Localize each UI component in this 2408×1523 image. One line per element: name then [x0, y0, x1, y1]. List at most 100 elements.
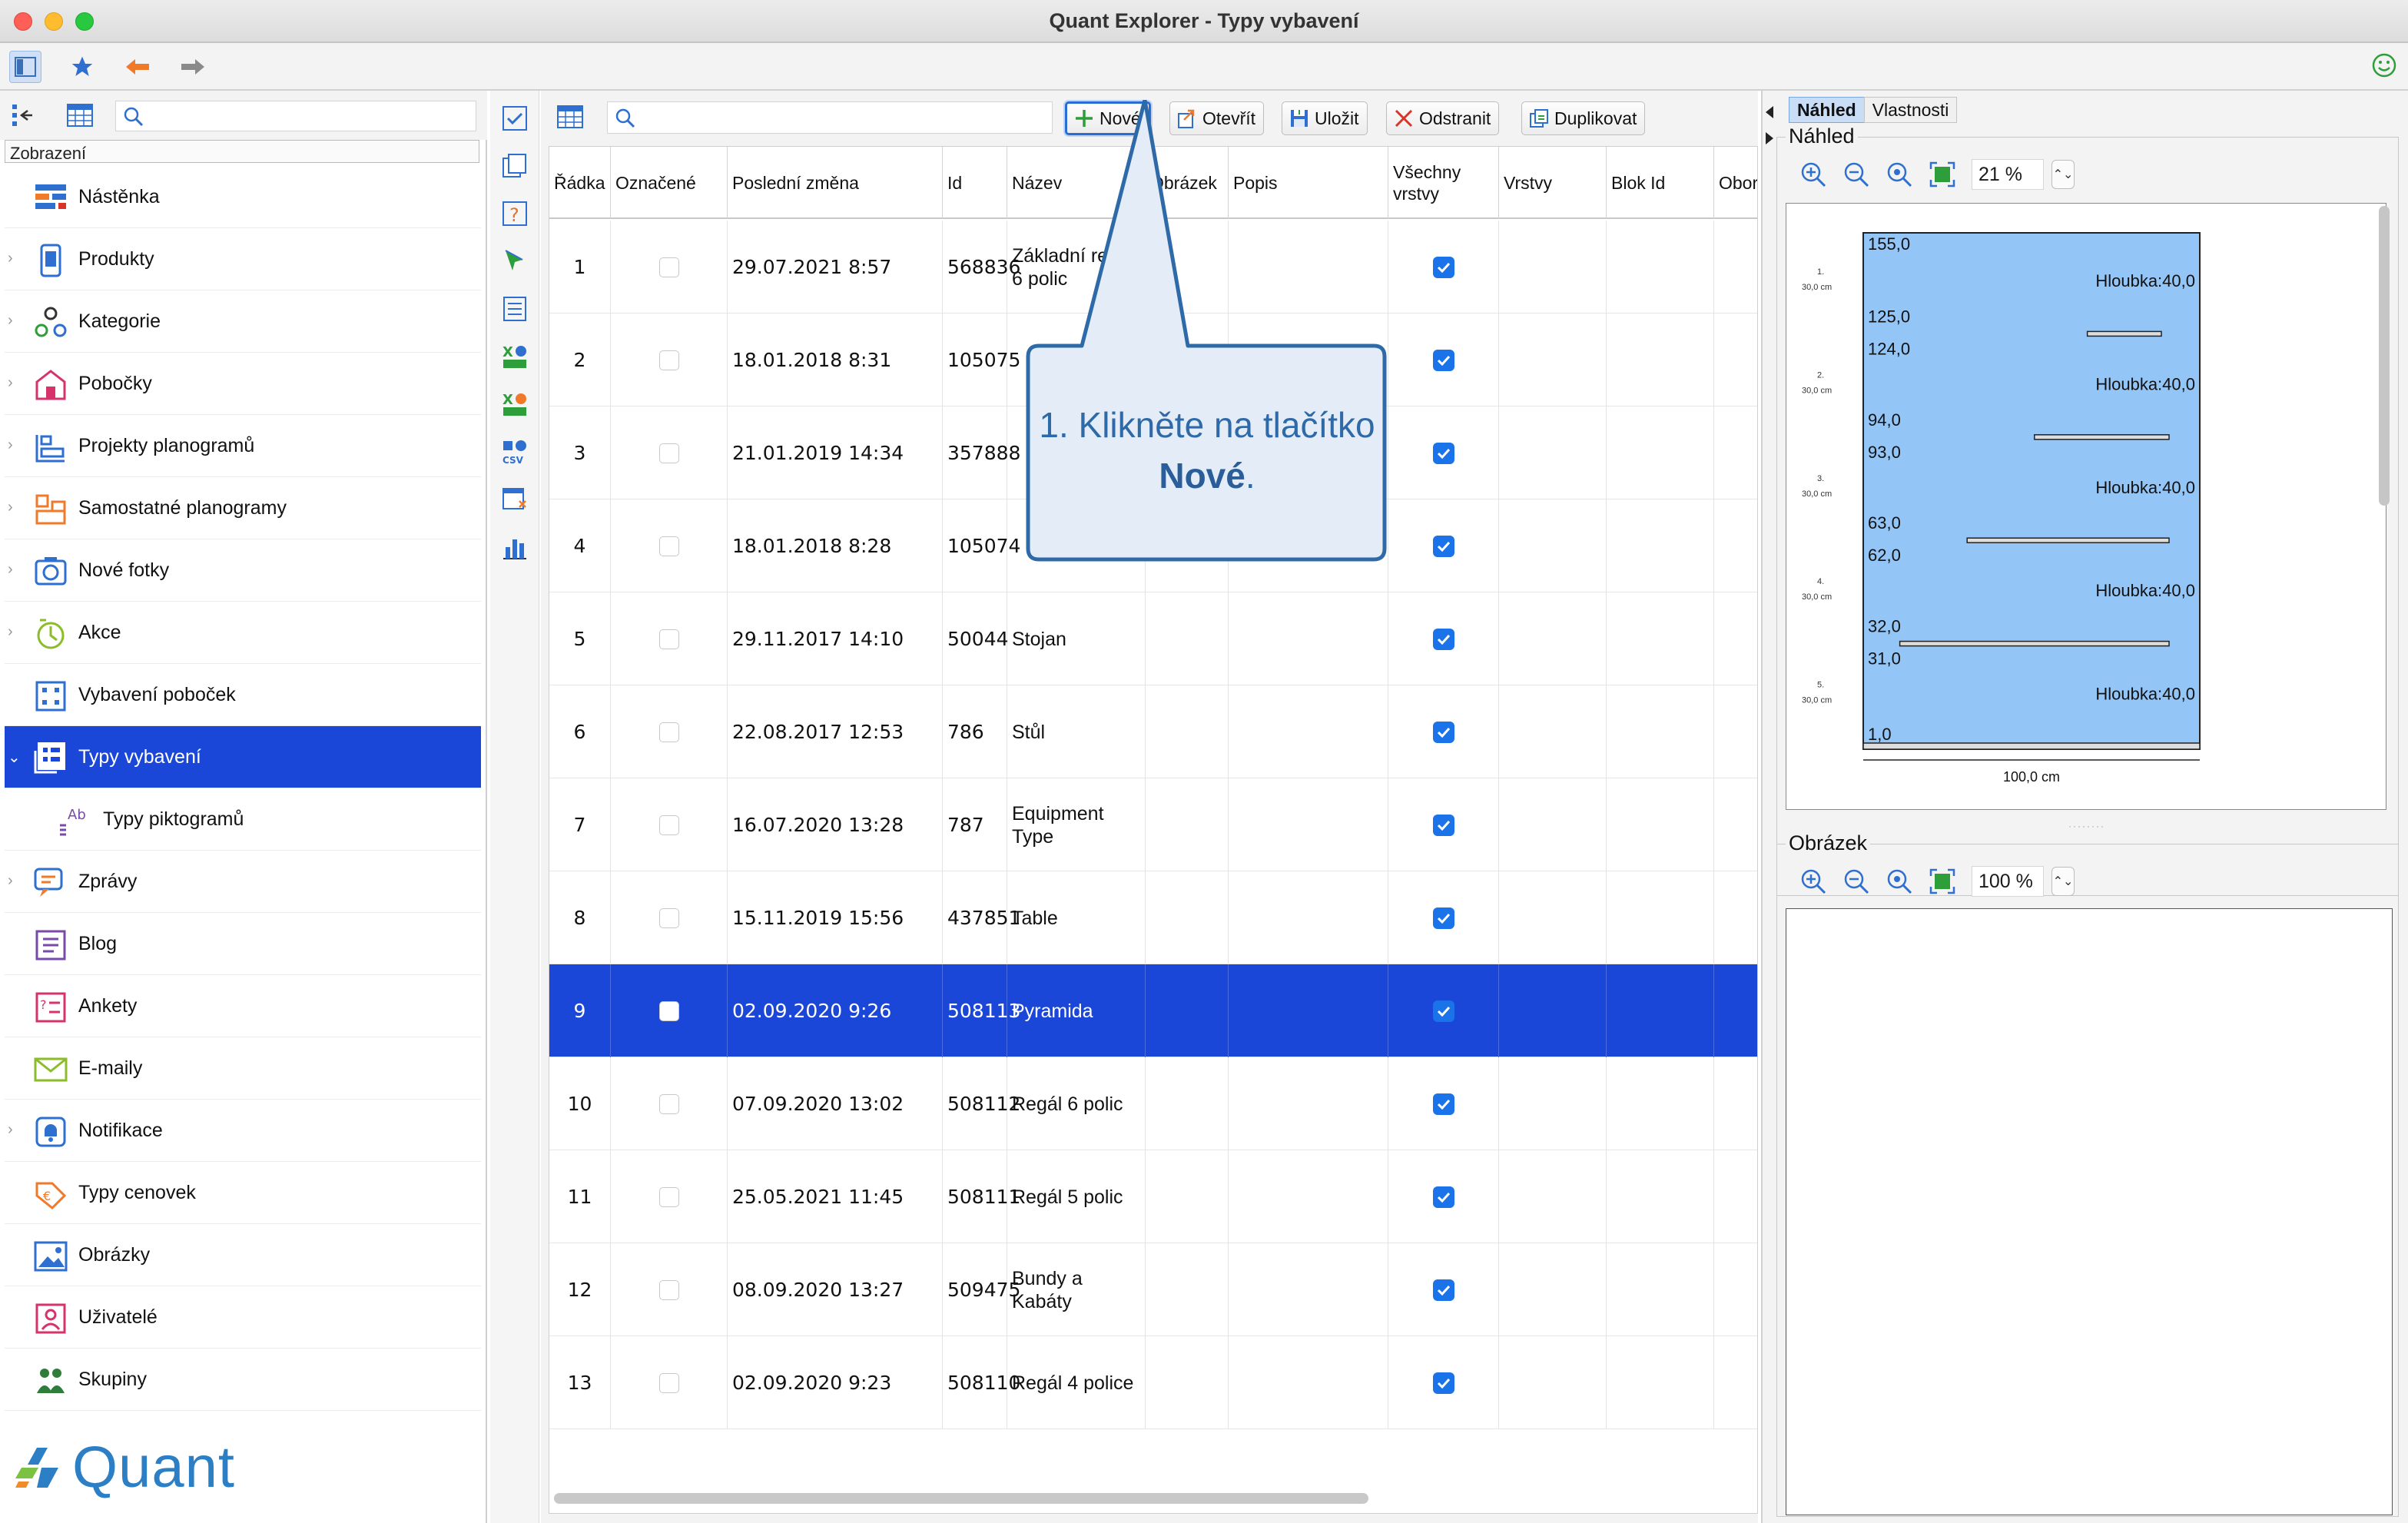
chevron-right-icon[interactable]: ›	[8, 250, 20, 267]
image-zoom-in-button[interactable]	[1796, 864, 1830, 898]
sidebar-item-equipment[interactable]: Vybavení poboček	[5, 664, 481, 726]
all-layers-checkbox[interactable]	[1432, 1279, 1454, 1301]
image-zoom-input[interactable]: 100 %	[1972, 866, 2044, 897]
preview-vertical-scrollbar[interactable]	[2379, 206, 2390, 506]
list-button[interactable]	[501, 295, 529, 323]
all-layers-checkbox[interactable]	[1432, 814, 1454, 836]
marked-checkbox[interactable]	[658, 257, 679, 277]
marked-checkbox[interactable]	[658, 815, 679, 835]
all-layers-checkbox[interactable]	[1432, 256, 1454, 278]
sidebar-item-product[interactable]: › Produkty	[5, 228, 481, 290]
sidebar-item-pictogram[interactable]: Ab Typy piktogramů	[5, 788, 481, 851]
zoom-reset-button[interactable]	[1882, 158, 1916, 191]
chevron-right-icon[interactable]: ›	[8, 312, 20, 330]
table-row[interactable]: 9 02.09.2020 9:26 508113 Pyramida	[549, 964, 1757, 1057]
all-layers-checkbox[interactable]	[1432, 1186, 1454, 1208]
sidebar-item-category[interactable]: › Kategorie	[5, 290, 481, 353]
image-zoom-stepper[interactable]: ⌃⌄	[2051, 867, 2075, 896]
tab-preview[interactable]: Náhled	[1789, 97, 1865, 123]
image-fit-button[interactable]	[1925, 864, 1959, 898]
delete-button[interactable]: Odstranit	[1386, 101, 1500, 135]
table-settings-button[interactable]	[501, 486, 529, 513]
all-layers-checkbox[interactable]	[1432, 1372, 1454, 1394]
all-layers-checkbox[interactable]	[1432, 442, 1454, 464]
chevron-right-icon[interactable]: ›	[8, 561, 20, 579]
image-canvas[interactable]	[1786, 908, 2393, 1515]
chevron-right-icon[interactable]: ›	[8, 374, 20, 392]
sidebar-item-camera[interactable]: › Nové fotky	[5, 539, 481, 602]
horizontal-scrollbar[interactable]	[554, 1493, 1368, 1504]
table-row[interactable]: 12 08.09.2020 13:27 509475 Bundy a Kabáty	[549, 1243, 1757, 1336]
column-header-obor[interactable]: Obor	[1714, 147, 1757, 219]
csv-import-button[interactable]: CSV	[501, 438, 529, 466]
copy-button[interactable]	[501, 152, 529, 180]
table-row[interactable]: 10 07.09.2020 13:02 508112 Regál 6 polic	[549, 1057, 1757, 1150]
preview-zoom-input[interactable]: 21 %	[1972, 159, 2044, 190]
image-zoom-reset-button[interactable]	[1882, 864, 1916, 898]
collapse-tree-button[interactable]	[11, 101, 41, 133]
column-header-marked[interactable]: Označené	[611, 147, 728, 219]
column-header-changed[interactable]: Poslední změna	[728, 147, 943, 219]
all-layers-checkbox[interactable]	[1432, 907, 1454, 929]
all-layers-checkbox[interactable]	[1432, 628, 1454, 650]
marked-checkbox[interactable]	[658, 443, 679, 463]
table-row[interactable]: 5 29.11.2017 14:10 50044 Stojan	[549, 592, 1757, 685]
collapse-left-icon[interactable]	[1766, 106, 1773, 118]
all-layers-checkbox[interactable]	[1432, 535, 1454, 557]
marked-checkbox[interactable]	[658, 722, 679, 742]
marked-checkbox[interactable]	[658, 629, 679, 649]
duplicate-button[interactable]: Duplikovat	[1521, 101, 1646, 135]
all-layers-checkbox[interactable]	[1432, 1000, 1454, 1022]
check-all-button[interactable]	[501, 105, 529, 132]
favorites-button[interactable]	[66, 51, 98, 83]
sidebar-item-bell[interactable]: › Notifikace	[5, 1100, 481, 1162]
sidebar-item-price-tag[interactable]: € Typy cenovek	[5, 1162, 481, 1224]
statistics-button[interactable]	[501, 533, 529, 561]
sidebar-item-promotion[interactable]: › Akce	[5, 602, 481, 664]
marked-checkbox[interactable]	[658, 1093, 679, 1114]
marked-checkbox[interactable]	[658, 350, 679, 370]
table-search-input[interactable]	[607, 101, 1053, 134]
image-zoom-out-button[interactable]	[1839, 864, 1873, 898]
excel-import-button[interactable]: X	[501, 343, 529, 370]
feedback-button[interactable]	[2371, 52, 2397, 82]
marked-checkbox[interactable]	[658, 1186, 679, 1207]
chevron-right-icon[interactable]: ›	[8, 499, 20, 516]
marked-checkbox[interactable]	[658, 907, 679, 928]
marked-checkbox[interactable]	[658, 536, 679, 556]
table-row[interactable]: 8 15.11.2019 15:56 437851 Table	[549, 871, 1757, 964]
splitter-handle[interactable]: ········	[2068, 821, 2105, 831]
all-layers-checkbox[interactable]	[1432, 349, 1454, 371]
marked-checkbox[interactable]	[658, 1372, 679, 1393]
sidebar-item-user[interactable]: Uživatelé	[5, 1286, 481, 1349]
chevron-right-icon[interactable]: ›	[8, 872, 20, 890]
table-row[interactable]: 13 02.09.2020 9:23 508110 Regál 4 police	[549, 1336, 1757, 1429]
table-row[interactable]: 7 16.07.2020 13:28 787 Equipment Type	[549, 778, 1757, 871]
select-tool-button[interactable]	[501, 247, 529, 275]
preview-zoom-stepper[interactable]: ⌃⌄	[2051, 160, 2075, 189]
forward-button[interactable]	[177, 51, 209, 83]
excel-export-button[interactable]: X	[501, 390, 529, 418]
table-row[interactable]: 6 22.08.2017 12:53 786 Stůl	[549, 685, 1757, 778]
preview-canvas[interactable]: Hloubka:40,0 1. 30,0 cm Hloubka:40,0 2. 30,0 …	[1786, 203, 2386, 810]
column-header-all_layers[interactable]: Všechny vrstvy	[1388, 147, 1499, 219]
sidebar-item-blog[interactable]: Blog	[5, 913, 481, 975]
help-button[interactable]: ?	[501, 200, 529, 227]
zoom-out-button[interactable]	[1839, 158, 1873, 191]
sidebar-item-store[interactable]: › Pobočky	[5, 353, 481, 415]
sidebar-item-message[interactable]: › Zprávy	[5, 851, 481, 913]
sidebar-item-survey[interactable]: ? Ankety	[5, 975, 481, 1037]
column-header-block[interactable]: Blok Id	[1607, 147, 1714, 219]
toggle-sidebar-button[interactable]	[9, 51, 41, 83]
chevron-down-icon[interactable]: ⌄	[8, 748, 21, 767]
sidebar-item-dashboard[interactable]: Nástěnka	[5, 166, 481, 228]
back-button[interactable]	[121, 51, 154, 83]
table-row[interactable]: 11 25.05.2021 11:45 508111 Regál 5 polic	[549, 1150, 1757, 1243]
zoom-in-button[interactable]	[1796, 158, 1830, 191]
sidebar-item-planogram-project[interactable]: › Projekty planogramů	[5, 415, 481, 477]
sidebar-item-email[interactable]: E-maily	[5, 1037, 481, 1100]
marked-checkbox[interactable]	[658, 1279, 679, 1300]
sidebar-item-planogram[interactable]: › Samostatné planogramy	[5, 477, 481, 539]
expand-right-icon[interactable]	[1766, 132, 1773, 144]
sidebar-search-input[interactable]	[115, 101, 476, 131]
